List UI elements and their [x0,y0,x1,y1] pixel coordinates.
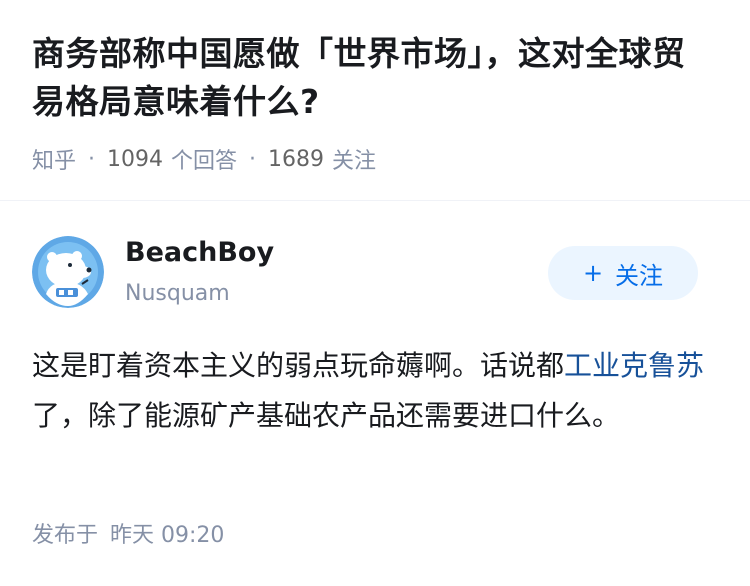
author-row: BeachBoy Nusquam + 关注 [0,201,750,321]
answer-link[interactable]: 工业克鲁苏 [564,349,704,382]
publish-label: 发布于 [32,523,99,548]
publish-time: 昨天 09:20 [110,523,225,548]
follow-button[interactable]: + 关注 [548,246,698,300]
answer-count-label[interactable]: 个回答 [171,143,237,175]
polar-bear-avatar-icon [32,236,104,308]
publish-info: 发布于 昨天 09:20 [32,517,224,549]
author-bio: Nusquam [125,281,230,306]
meta-separator: · [249,146,257,172]
answer-text-before: 这是盯着资本主义的弱点玩命薅啊。话说都 [32,349,565,382]
answer-text-after: 了，除了能源矿产基础农产品还需要进口什么。 [32,399,621,432]
follower-count: 1689 [268,146,325,172]
question-header: 商务部称中国愿做「世界市场」，这对全球贸易格局意味着什么? 知乎 · 1094 … [0,0,750,174]
question-meta: 知乎 · 1094 个回答 · 1689 关注 [32,143,718,175]
follow-button-label: 关注 [615,261,664,290]
meta-separator: · [88,146,96,172]
question-title[interactable]: 商务部称中国愿做「世界市场」，这对全球贸易格局意味着什么? [32,30,718,126]
avatar[interactable] [32,236,104,308]
answer-count: 1094 [107,146,164,172]
follower-count-label[interactable]: 关注 [332,143,376,175]
author-name[interactable]: BeachBoy [125,237,274,268]
plus-icon: + [582,259,604,287]
answer-content[interactable]: 这是盯着资本主义的弱点玩命薅啊。话说都工业克鲁苏了，除了能源矿产基础农产品还需要… [0,321,750,441]
answer-card: BeachBoy Nusquam + 关注 这是盯着资本主义的弱点玩命薅啊。话说… [0,201,750,548]
source-label[interactable]: 知乎 [32,143,76,175]
